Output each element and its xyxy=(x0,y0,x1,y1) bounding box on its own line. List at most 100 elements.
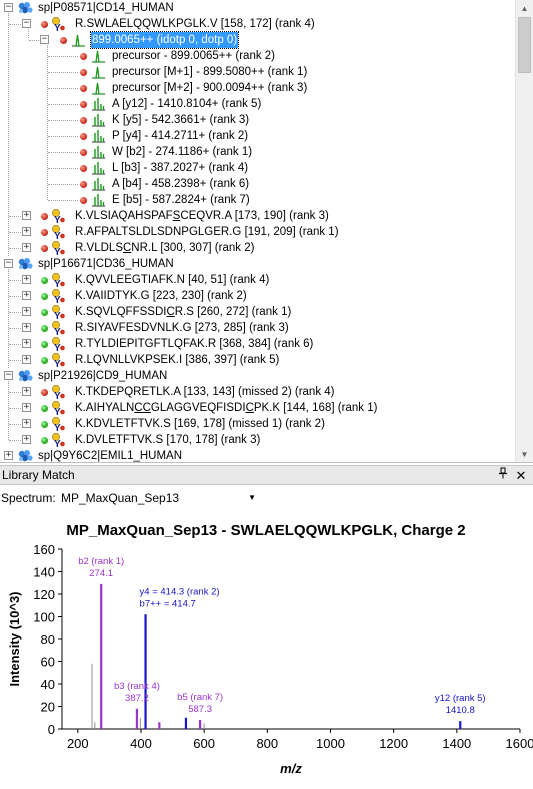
expand-icon[interactable]: + xyxy=(22,339,31,348)
x-axis-label: m/z xyxy=(280,761,302,776)
tree-row-ion[interactable]: precursor - 899.0065++ (rank 2) xyxy=(0,48,515,64)
expand-icon[interactable]: + xyxy=(4,451,13,460)
fragment-ion-icon xyxy=(91,177,106,191)
expand-icon[interactable]: + xyxy=(22,275,31,284)
scroll-thumb[interactable] xyxy=(518,17,531,73)
collapse-icon[interactable]: − xyxy=(40,35,49,44)
tree-row-peptide[interactable]: + Y K.QVVLEEGTIAFK.N [40, 51] (rank 4) xyxy=(0,272,515,290)
tree-row-peptide[interactable]: + Y K.AIHYALNCCGLAGGVEQFISDICPK.K [144, 16… xyxy=(0,400,515,418)
tree-row-peptide[interactable]: + Y K.KDVLETFTVK.S [169, 178] (missed 1) (… xyxy=(0,416,515,434)
expand-icon[interactable]: + xyxy=(22,403,31,412)
tree-row-peptide[interactable]: + Y R.SIYAVFESDVNLK.G [273, 285] (rank 3) xyxy=(0,320,515,338)
peak-annotation: b3 (rank 4) xyxy=(114,681,160,692)
precursor-ion-icon xyxy=(91,49,106,63)
svg-text:Y: Y xyxy=(54,391,61,400)
peptide-icon: Y xyxy=(52,320,66,338)
modified-residue: S xyxy=(172,210,181,222)
status-dot-icon xyxy=(41,325,48,332)
status-dot-icon xyxy=(80,117,87,124)
chart-title: MP_MaxQuan_Sep13 - SWLAELQQWLKPGLK, Char… xyxy=(66,522,465,539)
peptide-icon: Y xyxy=(52,400,66,418)
tree-row-peptide[interactable]: − Y R.SWLAELQQWLKPGLK.V [158, 172] (rank 4… xyxy=(0,16,515,34)
expand-icon[interactable]: + xyxy=(22,307,31,316)
expand-icon[interactable]: + xyxy=(22,227,31,236)
status-dot-icon xyxy=(41,213,48,220)
close-icon[interactable]: ✕ xyxy=(514,466,528,485)
protein-icon xyxy=(17,256,35,272)
tree-row-peptide[interactable]: + Y K.VLSIAQAHSPAFSCEQVR.A [173, 190] (ran… xyxy=(0,208,515,226)
tree-row-frag[interactable]: L [b3] - 387.2027+ (rank 4) xyxy=(0,160,515,176)
expand-icon[interactable]: + xyxy=(22,355,31,364)
collapse-icon[interactable]: − xyxy=(4,259,13,268)
fragment-ion-icon xyxy=(91,113,106,127)
peptide-sequence: K.SQVLQFFSSDICR.S [260, 272] (rank 1) xyxy=(75,306,292,318)
tree-row-peptide[interactable]: + Y R.LQVNLLVKPSEK.I [386, 397] (rank 5) xyxy=(0,352,515,370)
collapse-icon[interactable]: − xyxy=(22,19,31,28)
spectrum-dropdown[interactable]: MP_MaxQuan_Sep13 ▼ xyxy=(56,488,261,507)
peptide-tree: − sp|P08571|CD14_HUMAN − Y R.SWLAELQQWLKPGLK… xyxy=(0,0,515,462)
expand-icon[interactable]: + xyxy=(22,323,31,332)
peptide-sequence: K.VLSIAQAHSPAFSCEQVR.A [173, 190] (rank … xyxy=(75,210,329,222)
tree-scrollbar[interactable]: ▲ ▼ xyxy=(515,0,533,462)
fragment-ion-label: P [y4] - 414.2711+ (rank 2) xyxy=(112,130,249,142)
expand-icon[interactable]: + xyxy=(22,419,31,428)
collapse-icon[interactable]: − xyxy=(4,371,13,380)
precursor-selected[interactable]: 899.0065++ (idotp 0, dotp 0) xyxy=(89,31,240,49)
expand-icon[interactable]: + xyxy=(22,291,31,300)
scroll-up-arrow-icon[interactable]: ▲ xyxy=(516,0,533,17)
pin-icon[interactable] xyxy=(496,466,510,485)
tree-row-ion[interactable]: precursor [M+2] - 900.0094++ (rank 3) xyxy=(0,80,515,96)
tree-row-protein[interactable]: + sp|Q9Y6C2|EMIL1_HUMAN xyxy=(0,448,515,462)
tree-row-peptide[interactable]: + Y K.TKDEPQRETLK.A [133, 143] (missed 2) … xyxy=(0,384,515,402)
tree-guide-line-h xyxy=(48,184,78,185)
tree-row-frag[interactable]: A [b4] - 458.2398+ (rank 6) xyxy=(0,176,515,192)
tree-row-frag[interactable]: K [y5] - 542.3661+ (rank 3) xyxy=(0,112,515,128)
tree-row-protein[interactable]: − sp|P08571|CD14_HUMAN xyxy=(0,0,515,16)
library-match-chart: MP_MaxQuan_Sep13 - SWLAELQQWLKPGLK, Char… xyxy=(0,509,533,789)
tree-row-frag[interactable]: E [b5] - 587.2824+ (rank 7) xyxy=(0,192,515,208)
peak-annotation: b2 (rank 1) xyxy=(78,556,124,567)
tree-row-protein[interactable]: − sp|P21926|CD9_HUMAN xyxy=(0,368,515,384)
x-tick-label: 1400 xyxy=(442,736,471,751)
svg-text:Y: Y xyxy=(54,247,61,256)
expand-icon[interactable]: + xyxy=(22,211,31,220)
protein-icon xyxy=(17,0,35,16)
peptide-tree-panel: − sp|P08571|CD14_HUMAN − Y R.SWLAELQQWLKPGLK… xyxy=(0,0,533,463)
tree-guide-line-h xyxy=(48,152,78,153)
expand-icon[interactable]: + xyxy=(22,387,31,396)
peak-annotation: y4 = 414.3 (rank 2) xyxy=(140,586,220,597)
tree-row-frag[interactable]: W [b2] - 274.1186+ (rank 1) xyxy=(0,144,515,160)
fragment-ion-icon xyxy=(91,161,106,175)
tree-row-precursor[interactable]: − 899.0065++ (idotp 0, dotp 0) xyxy=(0,31,515,49)
peak-annotation: b5 (rank 7) xyxy=(177,692,223,703)
y-tick-label: 140 xyxy=(33,565,55,580)
protein-icon xyxy=(17,448,35,462)
tree-row-frag[interactable]: A [y12] - 1410.8104+ (rank 5) xyxy=(0,96,515,112)
status-dot-icon xyxy=(80,149,87,156)
expand-icon[interactable]: + xyxy=(22,243,31,252)
peptide-icon: Y xyxy=(52,384,66,402)
fragment-ion-label: L [b3] - 387.2027+ (rank 4) xyxy=(112,162,249,174)
collapse-icon[interactable]: − xyxy=(4,3,13,12)
tree-row-peptide[interactable]: + Y K.SQVLQFFSSDICR.S [260, 272] (rank 1) xyxy=(0,304,515,322)
tree-row-peptide[interactable]: + Y K.DVLETFTVK.S [170, 178] (rank 3) xyxy=(0,432,515,450)
chevron-down-icon[interactable]: ▼ xyxy=(248,490,256,506)
y-tick-label: 20 xyxy=(41,700,55,715)
svg-text:Y: Y xyxy=(54,327,61,336)
tree-row-peptide[interactable]: + Y R.TYLDIEPITGFTLQFAK.R [368, 384] (rank… xyxy=(0,336,515,354)
tree-row-protein[interactable]: − sp|P16671|CD36_HUMAN xyxy=(0,256,515,272)
x-tick-label: 1600 xyxy=(506,736,533,751)
svg-text:Y: Y xyxy=(54,423,61,432)
tree-row-peptide[interactable]: + Y K.VAIIDTYK.G [223, 230] (rank 2) xyxy=(0,288,515,306)
peptide-icon: Y xyxy=(52,16,66,34)
tree-guide-line-h xyxy=(9,344,23,345)
tree-row-ion[interactable]: precursor [M+1] - 899.5080++ (rank 1) xyxy=(0,64,515,80)
tree-row-peptide[interactable]: + Y R.VLDLSCNR.L [300, 307] (rank 2) xyxy=(0,240,515,258)
peptide-sequence: R.AFPALTSLDLSDNPGLGER.G [191, 209] (rank… xyxy=(75,226,339,238)
tree-row-frag[interactable]: P [y4] - 414.2711+ (rank 2) xyxy=(0,128,515,144)
expand-icon[interactable]: + xyxy=(22,435,31,444)
status-dot-icon xyxy=(41,389,48,396)
precursor-ion-label: precursor [M+1] - 899.5080++ (rank 1) xyxy=(112,66,308,78)
scroll-down-arrow-icon[interactable]: ▼ xyxy=(516,446,533,462)
tree-row-peptide[interactable]: + Y R.AFPALTSLDLSDNPGLGER.G [191, 209] (ra… xyxy=(0,224,515,242)
